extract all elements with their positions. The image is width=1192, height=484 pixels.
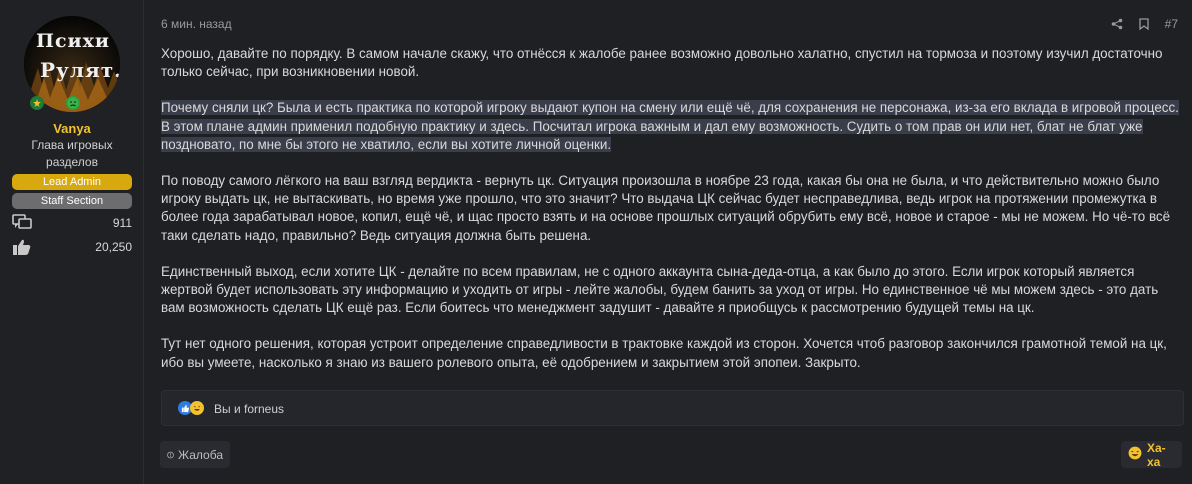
post-main: 6 мин. назад #7 Хорошо, давайте по поряд… [144,0,1192,484]
avatar-text-2: Рулят. [40,58,120,82]
reaction-button[interactable]: Ха-ха [1121,440,1182,469]
reactions-users[interactable]: Вы и forneus [214,402,284,416]
paragraph: Единственный выход, если хотите ЦК - дел… [161,263,1159,316]
reactions-bar: Вы и forneus [161,390,1184,426]
avatar-text-1: Психи [36,30,111,52]
reaction-icons [178,401,204,415]
post-time[interactable]: 6 мин. назад [161,17,232,31]
online-badge-icon [30,96,44,110]
messages-stat: 911 [12,214,132,232]
haha-icon [1128,446,1142,463]
post-actions: #7 [1111,17,1178,31]
user-sidebar: Психи Рулят. Vanya Глава игровых раздело… [0,0,144,484]
share-icon[interactable] [1111,18,1123,30]
reaction-score: 20,250 [95,240,132,254]
haha-icon [190,401,204,415]
selected-text: Почему сняли цк? Была и есть практика по… [161,100,1179,152]
post-content: Хорошо, давайте по порядку. В самом нача… [161,45,1183,390]
username[interactable]: Vanya [0,121,144,136]
post-number[interactable]: #7 [1165,17,1178,31]
status-emoji-icon [66,96,80,110]
reaction-score-stat: 20,250 [12,238,132,256]
reaction-label: Ха-ха [1147,440,1166,469]
paragraph: По поводу самого лёгкого на ваш взгляд в… [161,173,1171,243]
messages-icon [12,214,32,229]
paragraph-highlighted: Почему сняли цк? Была и есть практика по… [161,99,1183,154]
user-title: Глава игровых разделов [31,138,113,169]
thumbs-up-icon [13,239,31,255]
paragraph: Тут нет одного решения, которая устроит … [161,336,1167,370]
report-icon [167,451,174,458]
banner-staff-section: Staff Section [12,193,132,209]
bookmark-icon[interactable] [1138,18,1149,30]
paragraph: Хорошо, давайте по порядку. В самом нача… [161,46,1163,80]
report-label: Жалоба [178,447,223,462]
banner-lead-admin: Lead Admin [12,174,132,190]
report-button[interactable]: Жалоба [160,441,230,468]
forum-post: Психи Рулят. Vanya Глава игровых раздело… [0,0,1192,484]
messages-count: 911 [112,216,132,230]
